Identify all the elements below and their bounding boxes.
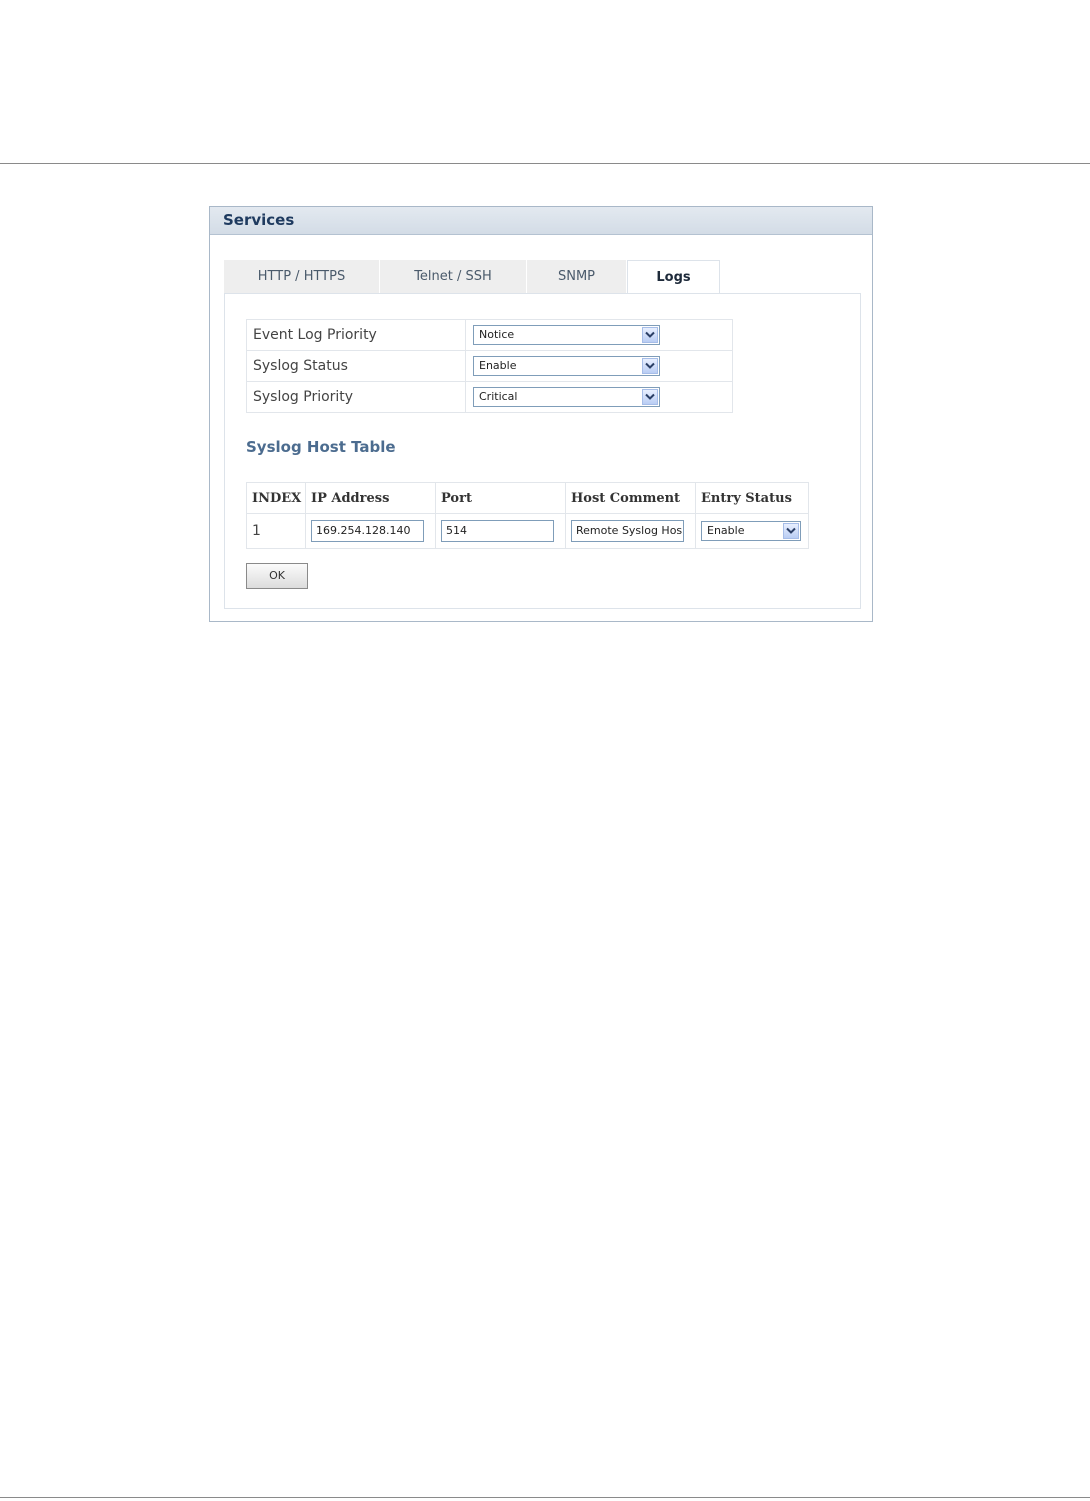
page-bottom-divider <box>0 1497 1090 1498</box>
event-log-priority-select[interactable]: Notice <box>473 325 660 345</box>
tab-http-https[interactable]: HTTP / HTTPS <box>224 260 380 293</box>
chevron-down-icon[interactable] <box>783 523 799 539</box>
host-comment-input[interactable]: Remote Syslog Hos <box>571 520 684 542</box>
syslog-status-select[interactable]: Enable <box>473 356 660 376</box>
table-header-row: INDEX IP Address Port Host Comment Entry… <box>246 482 809 514</box>
table-row: 1 169.254.128.140 514 Remote Syslog Hos … <box>246 513 809 549</box>
select-value: Enable <box>707 524 745 537</box>
chevron-down-icon[interactable] <box>642 389 658 405</box>
page-top-divider <box>0 163 1090 164</box>
syslog-priority-label: Syslog Priority <box>246 381 466 413</box>
services-panel: Services HTTP / HTTPS Telnet / SSH SNMP … <box>209 206 873 622</box>
select-value: Notice <box>479 328 515 341</box>
settings-row: Syslog Status Enable <box>246 350 733 382</box>
column-header-port: Port <box>435 482 566 514</box>
entry-status-select[interactable]: Enable <box>701 521 801 541</box>
syslog-host-table: INDEX IP Address Port Host Comment Entry… <box>246 482 809 549</box>
tab-telnet-ssh[interactable]: Telnet / SSH <box>380 260 527 293</box>
tab-logs[interactable]: Logs <box>627 260 720 294</box>
settings-row: Event Log Priority Notice <box>246 319 733 351</box>
column-header-ip-address: IP Address <box>305 482 436 514</box>
settings-row: Syslog Priority Critical <box>246 381 733 413</box>
tab-snmp[interactable]: SNMP <box>527 260 627 293</box>
panel-title: Services <box>210 207 872 235</box>
ok-button[interactable]: OK <box>246 563 308 589</box>
column-header-index: INDEX <box>246 482 306 514</box>
syslog-host-table-title: Syslog Host Table <box>246 438 396 456</box>
port-input[interactable]: 514 <box>441 520 554 542</box>
row-index: 1 <box>246 513 306 549</box>
syslog-priority-select[interactable]: Critical <box>473 387 660 407</box>
chevron-down-icon[interactable] <box>642 358 658 374</box>
chevron-down-icon[interactable] <box>642 327 658 343</box>
select-value: Critical <box>479 390 518 403</box>
ip-address-input[interactable]: 169.254.128.140 <box>311 520 424 542</box>
select-value: Enable <box>479 359 517 372</box>
logs-tab-content: Event Log Priority Notice Syslog Status … <box>224 293 861 609</box>
log-settings-table: Event Log Priority Notice Syslog Status … <box>246 319 733 413</box>
event-log-priority-label: Event Log Priority <box>246 319 466 351</box>
tab-bar: HTTP / HTTPS Telnet / SSH SNMP Logs <box>224 260 720 294</box>
column-header-entry-status: Entry Status <box>695 482 809 514</box>
syslog-status-label: Syslog Status <box>246 350 466 382</box>
column-header-host-comment: Host Comment <box>565 482 696 514</box>
